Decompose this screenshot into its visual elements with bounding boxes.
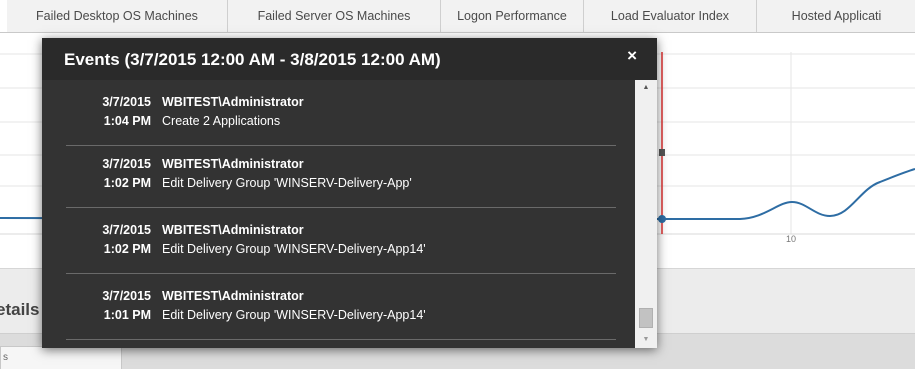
tab-failed-desktop-os-machines[interactable]: Failed Desktop OS Machines [0,0,228,32]
event-marker-handle[interactable] [659,149,665,156]
event-time: 1:02 PM [103,176,151,190]
events-scrollbar[interactable]: ▲ ▼ [635,80,657,348]
tab-load-evaluator-index[interactable]: Load Evaluator Index [584,0,757,32]
event-description: Edit Delivery Group 'WINSERV-Delivery-Ap… [162,308,426,322]
scroll-thumb[interactable] [639,308,653,328]
event-date: 3/7/2015 [102,223,151,237]
event-date: 3/7/2015 [102,289,151,303]
details-heading: etails [0,300,40,319]
events-popup-header: Events (3/7/2015 12:00 AM - 3/8/2015 12:… [42,38,657,80]
event-item[interactable]: 3/7/2015 1:02 PM WBITEST\Administrator E… [66,208,616,274]
event-time: 1:04 PM [103,114,151,128]
event-item[interactable]: 3/7/2015 1:02 PM WBITEST\Administrator E… [66,142,616,208]
event-description: Edit Delivery Group 'WINSERV-Delivery-Ap… [162,176,412,190]
scroll-down-arrow-icon[interactable]: ▼ [635,332,657,348]
event-user: WBITEST\Administrator [162,95,304,109]
tab-logon-performance[interactable]: Logon Performance [441,0,584,32]
event-time: 1:02 PM [103,242,151,256]
close-icon[interactable]: × [627,47,637,64]
tab-hosted-applications[interactable]: Hosted Applicati [757,0,915,32]
tab-failed-server-os-machines[interactable]: Failed Server OS Machines [228,0,441,32]
events-list: 3/7/2015 1:04 PM WBITEST\Administrator C… [42,80,635,348]
event-time: 1:01 PM [103,308,151,322]
event-user: WBITEST\Administrator [162,289,304,303]
event-item[interactable]: 3/7/2015 1:01 PM WBITEST\Administrator E… [66,274,616,340]
data-point[interactable] [658,215,666,223]
event-description: Edit Delivery Group 'WINSERV-Delivery-Ap… [162,242,426,256]
events-popup: Events (3/7/2015 12:00 AM - 3/8/2015 12:… [42,38,657,348]
scroll-up-arrow-icon[interactable]: ▲ [635,80,657,96]
event-date: 3/7/2015 [102,95,151,109]
event-user: WBITEST\Administrator [162,223,304,237]
event-description: Create 2 Applications [162,114,281,128]
dashboard-page: Failed Desktop OS Machines Failed Server… [0,0,915,369]
event-item[interactable]: 3/7/2015 1:04 PM WBITEST\Administrator C… [66,80,616,146]
details-tab[interactable]: s [0,346,122,369]
events-popup-title: Events (3/7/2015 12:00 AM - 3/8/2015 12:… [64,50,441,69]
metric-tab-strip: Failed Desktop OS Machines Failed Server… [0,0,915,33]
event-user: WBITEST\Administrator [162,157,304,171]
event-date: 3/7/2015 [102,157,151,171]
x-axis-tick-label: 10 [786,234,797,244]
